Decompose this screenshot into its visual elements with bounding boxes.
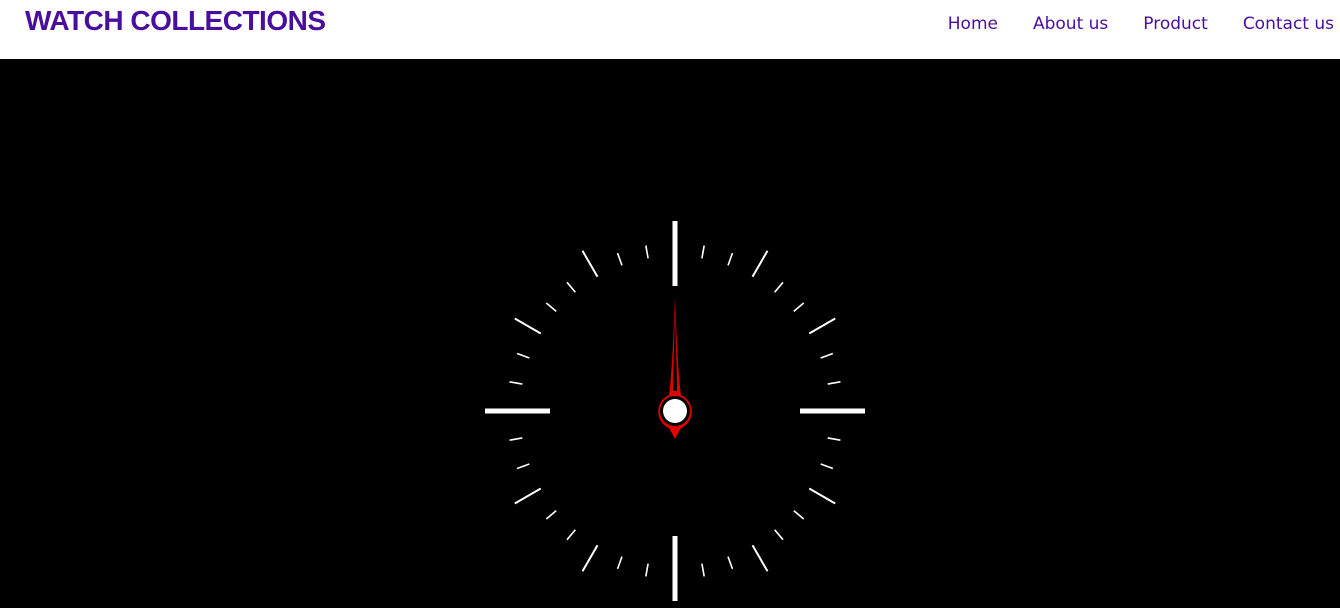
clock-minor-tick <box>516 352 530 359</box>
clock-minor-tick <box>701 245 705 259</box>
clock-minor-tick <box>774 281 784 293</box>
brand-logo[interactable]: WATCH COLLECTIONS <box>25 5 326 37</box>
clock-minor-tick <box>774 529 784 541</box>
second-hand-icon <box>658 297 692 439</box>
clock-minor-tick <box>793 302 805 312</box>
clock-minor-tick <box>566 529 576 541</box>
clock-minor-tick <box>827 437 841 441</box>
nav-about-us[interactable]: About us <box>1033 13 1108 35</box>
hero-section <box>0 59 1340 608</box>
clock-minor-tick <box>820 463 834 470</box>
clock-minor-tick <box>645 245 649 259</box>
main-nav: Home About us Product Contact us <box>948 13 1334 35</box>
clock-minor-tick <box>701 563 705 577</box>
nav-home[interactable]: Home <box>948 13 998 35</box>
nav-product[interactable]: Product <box>1143 13 1208 35</box>
clock-dial-icon <box>485 221 865 601</box>
nav-contact-us[interactable]: Contact us <box>1243 13 1334 35</box>
clock-minor-tick <box>645 563 649 577</box>
clock-hour-tick <box>514 487 542 505</box>
clock-minor-tick <box>545 302 557 312</box>
clock-minor-tick <box>827 381 841 385</box>
site-header: WATCH COLLECTIONS Home About us Product … <box>0 0 1340 59</box>
clock-minor-tick <box>793 510 805 520</box>
clock-minor-tick <box>545 510 557 520</box>
clock-minor-tick <box>820 352 834 359</box>
clock-hour-tick <box>808 487 836 505</box>
clock-minor-tick <box>727 556 734 570</box>
clock-hour-tick <box>581 544 599 572</box>
clock-minor-tick <box>727 252 734 266</box>
clock-hour-tick <box>808 317 836 335</box>
clock-minor-tick <box>509 381 523 385</box>
clock-hour-tick <box>751 544 769 572</box>
clock-hour-tick <box>581 250 599 278</box>
clock-minor-tick <box>566 281 576 293</box>
clock-center-cap <box>663 399 687 423</box>
clock-hour-tick <box>514 317 542 335</box>
clock-minor-tick <box>616 252 623 266</box>
clock-minor-tick <box>509 437 523 441</box>
clock-hour-tick <box>751 250 769 278</box>
clock-minor-tick <box>616 556 623 570</box>
clock-minor-tick <box>516 463 530 470</box>
